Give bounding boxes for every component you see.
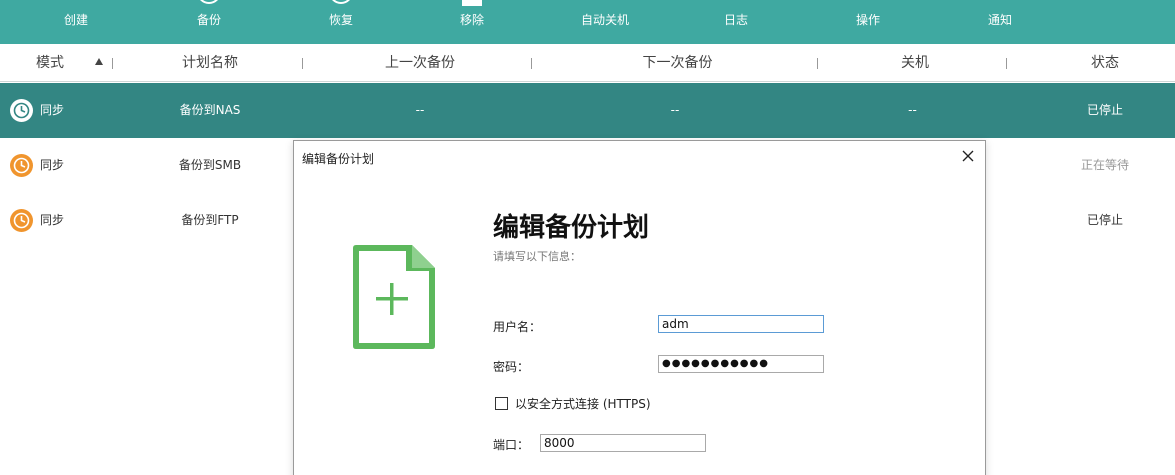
plus-icon	[65, 0, 87, 6]
col-header-status-label: 状态	[1091, 55, 1119, 71]
backup-label: 备份	[196, 13, 221, 27]
notify-label: 通知	[987, 13, 1012, 27]
action-icon	[853, 0, 883, 8]
port-label: 端口：	[493, 438, 530, 452]
log-icon	[724, 0, 748, 8]
password-field[interactable]: ●●●●●●●●●●●	[658, 355, 824, 373]
username-field[interactable]	[658, 315, 824, 333]
clock-icon	[10, 209, 33, 232]
new-document-icon	[353, 245, 435, 349]
restore-button[interactable]: 恢复	[291, 0, 391, 44]
restore-icon	[332, 0, 350, 4]
auto-shutdown-label: 自动关机	[580, 13, 629, 27]
backup-button[interactable]: 备份	[159, 0, 259, 44]
action-label: 操作	[855, 13, 880, 27]
log-label: 日志	[723, 13, 748, 27]
edit-backup-plan-dialog: 编辑备份计划 编辑备份计划 请填写以下信息： 用户名： 密码： ●●●●●●●●…	[293, 140, 986, 475]
col-header-shutdown-label: 关机	[901, 55, 929, 71]
row-mode: 同步	[40, 103, 65, 117]
power-icon	[593, 0, 617, 8]
col-header-name-label: 计划名称	[182, 55, 238, 71]
clock-icon	[10, 154, 33, 177]
col-header-next-backup-label: 下一次备份	[642, 55, 713, 71]
create-button[interactable]: 创建	[26, 0, 126, 44]
trash-icon	[462, 0, 482, 6]
password-label: 密码：	[493, 360, 530, 374]
backup-icon	[200, 0, 218, 4]
action-button[interactable]: 操作	[818, 0, 918, 44]
username-label: 用户名：	[493, 320, 542, 334]
port-field[interactable]	[540, 434, 706, 452]
column-separator[interactable]	[1006, 58, 1007, 69]
clock-icon	[10, 99, 33, 122]
https-label: 以安全方式连接 (HTTPS)	[515, 397, 651, 411]
https-checkbox[interactable]	[495, 397, 508, 410]
table-header: 模式 计划名称 上一次备份 下一次备份 关机 状态	[0, 44, 1175, 82]
close-icon	[962, 150, 974, 162]
dialog-heading: 编辑备份计划	[493, 213, 650, 243]
remove-label: 移除	[459, 13, 484, 27]
col-header-last-backup-label: 上一次备份	[385, 55, 455, 71]
row-next-backup: --	[670, 103, 680, 117]
col-header-status[interactable]: 状态	[1035, 44, 1175, 82]
row-mode: 同步	[40, 158, 65, 172]
col-header-last-backup[interactable]: 上一次备份	[310, 44, 530, 82]
create-label: 创建	[63, 13, 88, 27]
row-status: 已停止	[1086, 213, 1123, 227]
notify-button[interactable]: 通知	[950, 0, 1050, 44]
row-mode: 同步	[40, 213, 65, 227]
auto-shutdown-button[interactable]: 自动关机	[555, 0, 655, 44]
row-last-backup: --	[415, 103, 425, 117]
table-row[interactable]: 同步 备份到NAS -- -- -- 已停止	[0, 83, 1175, 138]
sort-ascending-icon	[95, 58, 103, 65]
dialog-window-title: 编辑备份计划	[302, 152, 375, 166]
row-name: 备份到FTP	[181, 213, 239, 227]
remove-button[interactable]: 移除	[422, 0, 522, 44]
row-status: 正在等待	[1080, 158, 1129, 172]
col-header-mode[interactable]: 模式	[0, 44, 100, 82]
column-separator[interactable]	[112, 58, 113, 69]
col-header-mode-label: 模式	[36, 55, 64, 71]
column-separator[interactable]	[302, 58, 303, 69]
row-shutdown: --	[908, 103, 917, 117]
dialog-subheading: 请填写以下信息：	[493, 250, 581, 263]
row-name: 备份到NAS	[179, 103, 241, 117]
col-header-shutdown[interactable]: 关机	[825, 44, 1005, 82]
restore-label: 恢复	[328, 13, 353, 27]
toolbar: 创建 备份 恢复 移除 自动关机 日志 操作 通知	[0, 0, 1175, 44]
app-window: 创建 备份 恢复 移除 自动关机 日志 操作 通知 模式 计划名称 上一次备份 …	[0, 0, 1175, 475]
column-separator[interactable]	[531, 58, 532, 69]
row-status: 已停止	[1086, 103, 1123, 117]
column-separator[interactable]	[817, 58, 818, 69]
col-header-next-backup[interactable]: 下一次备份	[540, 44, 815, 82]
row-name: 备份到SMB	[178, 158, 242, 172]
col-header-name[interactable]: 计划名称	[120, 44, 300, 82]
close-button[interactable]	[961, 148, 975, 162]
log-button[interactable]: 日志	[686, 0, 786, 44]
